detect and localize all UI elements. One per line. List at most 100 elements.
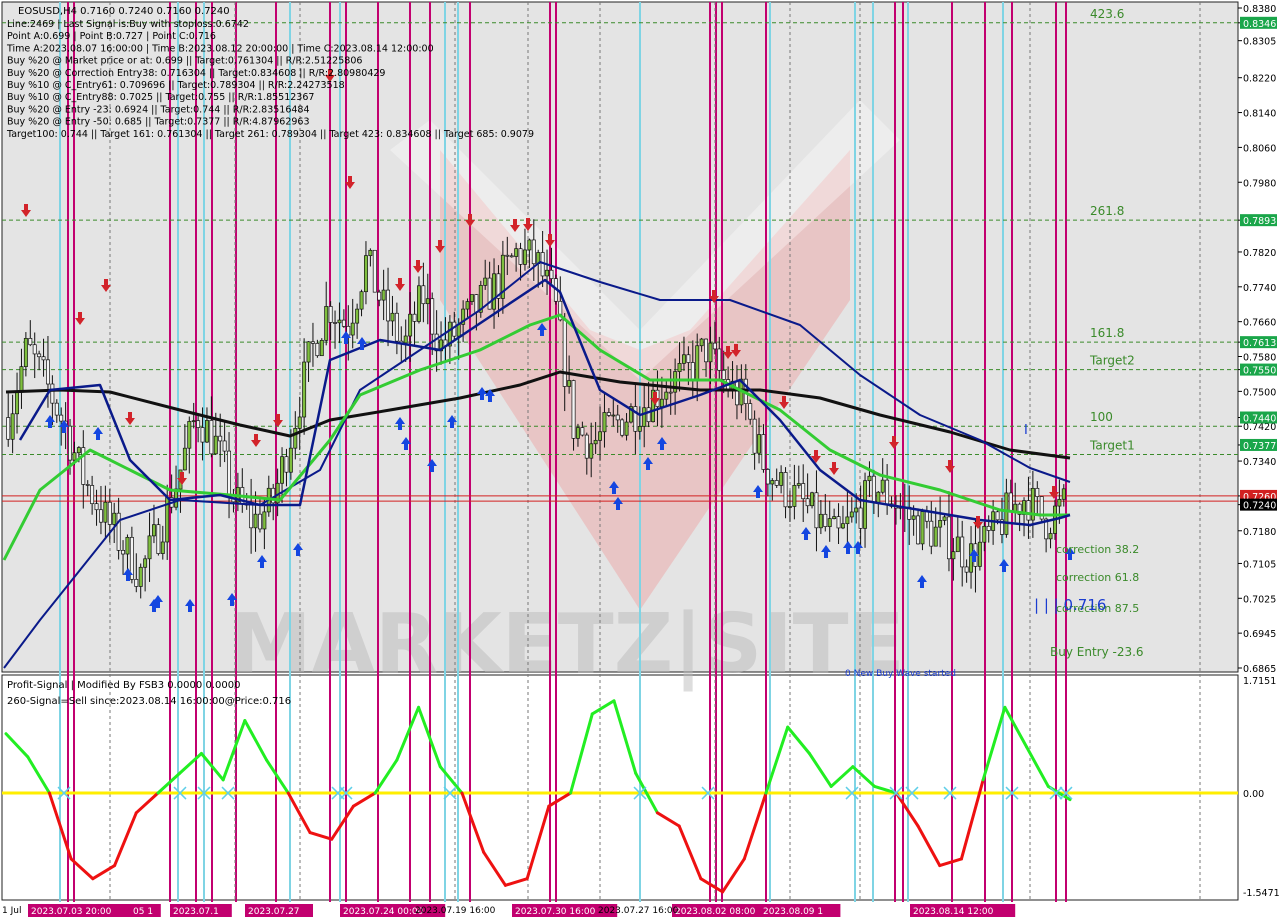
correction-label: correction 38.2 (1056, 543, 1139, 556)
candle-bull (642, 407, 647, 427)
candle-bull (19, 366, 24, 393)
info-line: Time A:2023.08.07 16:00:00 | Time B:2023… (6, 43, 434, 54)
candle-bull (182, 447, 187, 471)
candle-bull (280, 456, 284, 484)
candle-bull (854, 507, 859, 513)
candle-bear (620, 419, 625, 436)
candle-bull (575, 427, 580, 439)
candle-bull (492, 273, 496, 310)
candle-bear (377, 291, 382, 301)
info-line: Target100: 0.744 || Target 161: 0.761304… (6, 129, 534, 140)
price-tick-label: 0.7500 (1243, 387, 1276, 398)
candle-bear (505, 254, 510, 257)
price-tick-label: 0.8380 (1243, 4, 1276, 15)
candle-bull (152, 524, 156, 537)
candle-bull (567, 380, 572, 387)
candle-bear (50, 383, 55, 404)
candle-bear (752, 418, 757, 454)
candle-bull (589, 443, 594, 459)
candle-bull (390, 312, 395, 322)
price-badge-label: 0.7893 (1243, 216, 1276, 227)
candle-bull (359, 291, 364, 310)
price-tick-label: 0.8060 (1243, 143, 1276, 154)
candle-bull (381, 289, 386, 301)
candle-bull (942, 516, 947, 521)
candle-bull (951, 551, 956, 560)
candle-bear (487, 277, 492, 310)
candle-bear (686, 354, 691, 363)
candle-bull (1048, 533, 1053, 540)
price-badge-label: 0.7377 (1243, 441, 1276, 452)
candle-bear (765, 469, 770, 485)
price-badge-label: 0.7440 (1243, 414, 1276, 425)
candle-bull (637, 426, 642, 432)
candle-bear (54, 402, 59, 416)
candle-bear (134, 578, 139, 587)
candle-bear (218, 435, 223, 442)
candle-bear (284, 456, 289, 473)
candle-bull (408, 313, 413, 337)
candle-bull (72, 452, 77, 461)
level-label: Target2 (1089, 354, 1135, 368)
candle-bull (664, 391, 669, 400)
price-tick-label: 0.6945 (1243, 629, 1276, 640)
price-tick-label: 0.8140 (1243, 109, 1276, 120)
candle-bear (615, 414, 620, 421)
time-badge-label: 2023.07.24 00:00 (343, 907, 424, 917)
price-tick-label: 0.6865 (1243, 664, 1276, 675)
candle-bull (319, 339, 324, 357)
candle-bear (6, 417, 11, 440)
indicator-title: Profit-Signal | Modified By FSB3 0.0000 … (7, 680, 240, 691)
candle-bear (783, 472, 788, 508)
candle-bull (147, 535, 152, 560)
candle-bull (598, 431, 603, 441)
time-label-first: 1 Jul (2, 906, 21, 916)
level-label: 423.6 (1090, 7, 1124, 21)
chart-canvas: MARKETZ|SITE 423.6 261.8 161.8 Target2 100 Ta… (0, 0, 1280, 920)
candle-bull (920, 511, 925, 545)
info-line: Point A:0.699 | Point B:0.727 | Point C:… (7, 31, 216, 42)
candle-bear (1026, 500, 1031, 521)
candle-bear (858, 507, 863, 529)
info-line: Line:2469 | Last Signal is:Buy with stop… (7, 19, 249, 30)
candle-bull (880, 479, 885, 493)
candle-bull (522, 249, 527, 265)
time-badge-label: 05 1 (133, 907, 153, 917)
candle-bull (1013, 503, 1018, 512)
candle-bear (646, 407, 651, 423)
price-badge-label: 0.7240 (1243, 501, 1276, 512)
candle-bear (333, 322, 337, 324)
price-tick-label: 0.7980 (1243, 178, 1276, 189)
candle-bear (311, 341, 315, 344)
candle-bear (430, 298, 435, 335)
candle-bear (107, 501, 112, 525)
candle-bull (827, 518, 832, 527)
candle-bear (946, 516, 951, 560)
level-label: 161.8 (1090, 326, 1124, 340)
candle-bear (549, 269, 554, 279)
candle-bull (125, 536, 130, 555)
candle-bear (580, 427, 585, 436)
candle-bear (156, 524, 161, 554)
level-label: 261.8 (1090, 204, 1124, 218)
candle-bull (417, 285, 421, 322)
candle-bull (867, 475, 872, 482)
candle-bear (805, 498, 810, 507)
price-tick-label: 0.7180 (1243, 527, 1276, 538)
candle-bull (160, 541, 165, 554)
candle-bear (474, 294, 479, 313)
level-label: Target1 (1089, 439, 1135, 453)
point-b-label: I (1024, 423, 1028, 438)
osc-axis-zero: 0.00 (1243, 789, 1264, 800)
candle-bear (531, 239, 536, 265)
watermark-text: MARKETZ|SITE (230, 597, 905, 693)
candle-bear (372, 249, 377, 293)
candle-bull (832, 516, 837, 519)
info-line: Buy %20 @ Correction Entry38: 0.716304 |… (7, 68, 385, 79)
candle-bear (222, 440, 227, 452)
candle-bull (757, 434, 762, 454)
candle-bear (1035, 487, 1040, 497)
candle-bear (452, 321, 457, 337)
price-tick-label: 0.7740 (1243, 283, 1276, 294)
candle-bull (253, 513, 258, 529)
